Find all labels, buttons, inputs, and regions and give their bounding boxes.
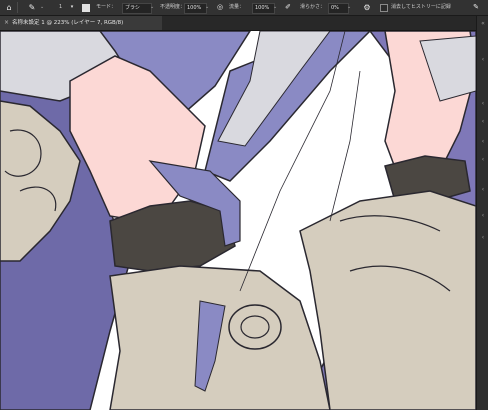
panel-icon-3[interactable]: ‹ (479, 118, 487, 126)
panel-icon-1[interactable]: ‹ (479, 56, 487, 64)
document-tab-title: 名称未設定 1 @ 223% (レイヤー 7, RGB/8) (12, 20, 124, 26)
flow-dropdown-icon[interactable]: ⌄ (273, 0, 277, 15)
opacity-input[interactable]: 100% (184, 3, 207, 14)
erase-to-history-label: 消去してヒストリーに記録 (391, 4, 451, 10)
home-icon[interactable]: ⌂ (3, 0, 15, 15)
mode-dropdown-icon[interactable]: ⌄ (150, 0, 154, 15)
panel-icon-4[interactable]: ‹ (479, 138, 487, 146)
panel-icon-6[interactable]: ‹ (479, 186, 487, 194)
document-tab-bar: × 名称未設定 1 @ 223% (レイヤー 7, RGB/8) (0, 16, 476, 31)
coat-bottom-right (299, 190, 476, 410)
flow-input[interactable]: 100% (252, 3, 275, 14)
options-bar: ⌂ ✎ ⌄ 1 ▾ モード： ブラシ ⌄ 不透明度： 100% ⌄ ◎ 流量： … (0, 0, 488, 16)
brush-settings-icon[interactable] (82, 4, 90, 12)
pressure-size-icon[interactable]: ✎ (470, 0, 482, 15)
document-tab[interactable]: × 名称未設定 1 @ 223% (レイヤー 7, RGB/8) (0, 16, 162, 30)
opacity-dropdown-icon[interactable]: ⌄ (205, 0, 209, 15)
eraser-icon[interactable]: ✎ (26, 0, 38, 15)
right-panel-strip: « ‹ ‹ ‹ ‹ ‹ ‹ ‹ ‹ (476, 16, 488, 410)
brush-preset-icon[interactable]: ▾ (66, 0, 78, 15)
erase-to-history-checkbox[interactable] (380, 4, 388, 12)
smoothing-dropdown-icon[interactable]: ⌄ (347, 0, 351, 15)
gear-icon[interactable]: ⚙ (361, 0, 373, 15)
pressure-opacity-icon[interactable]: ◎ (214, 0, 226, 15)
mode-select[interactable]: ブラシ (122, 3, 152, 14)
tool-preset-dropdown-icon[interactable]: ⌄ (40, 0, 44, 15)
artwork (0, 31, 476, 410)
coat-button (228, 304, 282, 350)
panel-icon-5[interactable]: ‹ (479, 156, 487, 164)
divider (17, 2, 18, 13)
panel-icon-8[interactable]: ‹ (479, 234, 487, 242)
opacity-label: 不透明度： (160, 4, 186, 10)
flow-label: 流量： (229, 4, 245, 10)
airbrush-icon[interactable]: ✐ (282, 0, 294, 15)
collapse-icon[interactable]: « (479, 20, 487, 28)
panel-icon-7[interactable]: ‹ (479, 212, 487, 220)
canvas[interactable] (0, 31, 476, 410)
smoothing-label: 滑らかさ： (300, 4, 326, 10)
smoothing-input[interactable]: 0% (328, 3, 349, 14)
panel-icon-2[interactable]: ‹ (479, 100, 487, 108)
mode-label: モード： (96, 4, 117, 10)
close-icon[interactable]: × (4, 16, 9, 30)
brush-size-value[interactable]: 1 (59, 0, 62, 15)
